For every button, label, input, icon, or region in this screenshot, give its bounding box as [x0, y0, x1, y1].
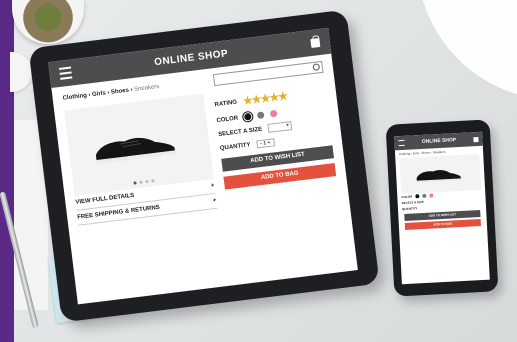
- quantity-stepper[interactable]: - 1 +: [255, 138, 275, 149]
- product-options-column: RATING ★★★★★ COLOR SELECT A SIZE ▾ QUANT…: [203, 79, 338, 209]
- phone-add-to-bag-button[interactable]: ADD TO BAG: [404, 218, 481, 230]
- hamburger-icon[interactable]: [58, 66, 73, 80]
- phone-product-image-area: [399, 153, 482, 195]
- star-rating-icon: ★★★★★: [242, 90, 288, 108]
- carousel-dot[interactable]: [144, 179, 149, 184]
- product-left-column: VIEW FULL DETAILS + FREE SHIPPING & RETU…: [64, 93, 218, 226]
- carousel-dot[interactable]: [150, 179, 155, 183]
- search-icon[interactable]: [312, 63, 321, 71]
- carousel-dot[interactable]: [138, 180, 143, 185]
- sneaker-image: [416, 170, 462, 184]
- breadcrumb: Clothing › Girls › Shoes › Sneakers: [62, 84, 159, 102]
- size-select[interactable]: ▾: [267, 121, 293, 133]
- color-swatch-black[interactable]: [243, 112, 252, 121]
- shopping-bag-icon[interactable]: [473, 136, 479, 142]
- size-label: SELECT A SIZE: [217, 126, 263, 138]
- tablet-screen: ONLINE SHOP Clothing › Girls › Shoes › S…: [48, 27, 358, 305]
- phone-screen: ONLINE SHOP Clothing › Girls › Shoes › S…: [394, 131, 490, 285]
- quantity-label: QUANTITY: [219, 142, 251, 152]
- color-swatch-gray[interactable]: [422, 193, 427, 199]
- color-swatch-pink[interactable]: [269, 109, 278, 118]
- color-swatch-black[interactable]: [415, 194, 420, 199]
- product-image-area: [64, 93, 214, 196]
- product-photo-scene: ONLINE SHOP Clothing › Girls › Shoes › S…: [0, 0, 517, 342]
- color-swatch-pink[interactable]: [429, 193, 434, 198]
- color-swatch-gray[interactable]: [256, 111, 265, 120]
- plant-pot: [12, 0, 84, 44]
- phone-shop-title: ONLINE SHOP: [421, 137, 457, 145]
- phone-device: ONLINE SHOP Clothing › Girls › Shoes › S…: [385, 119, 499, 297]
- breadcrumb-path[interactable]: Clothing › Girls › Shoes ›: [62, 87, 134, 102]
- phone-quantity-label: QUANTITY: [401, 206, 418, 212]
- carousel-dot[interactable]: [132, 181, 137, 185]
- corner-decoration: [417, 0, 517, 100]
- phone-color-label: COLOR: [401, 194, 413, 200]
- breadcrumb-current: Sneakers: [133, 83, 160, 93]
- rating-label: RATING: [214, 99, 238, 108]
- hamburger-icon[interactable]: [398, 139, 405, 147]
- shop-title: ONLINE SHOP: [153, 47, 229, 68]
- sneaker-image: [95, 137, 177, 165]
- coffee-cup: [10, 52, 32, 92]
- tablet-device: ONLINE SHOP Clothing › Girls › Shoes › S…: [28, 9, 380, 323]
- shopping-bag-icon[interactable]: [310, 37, 321, 48]
- color-label: COLOR: [216, 115, 239, 124]
